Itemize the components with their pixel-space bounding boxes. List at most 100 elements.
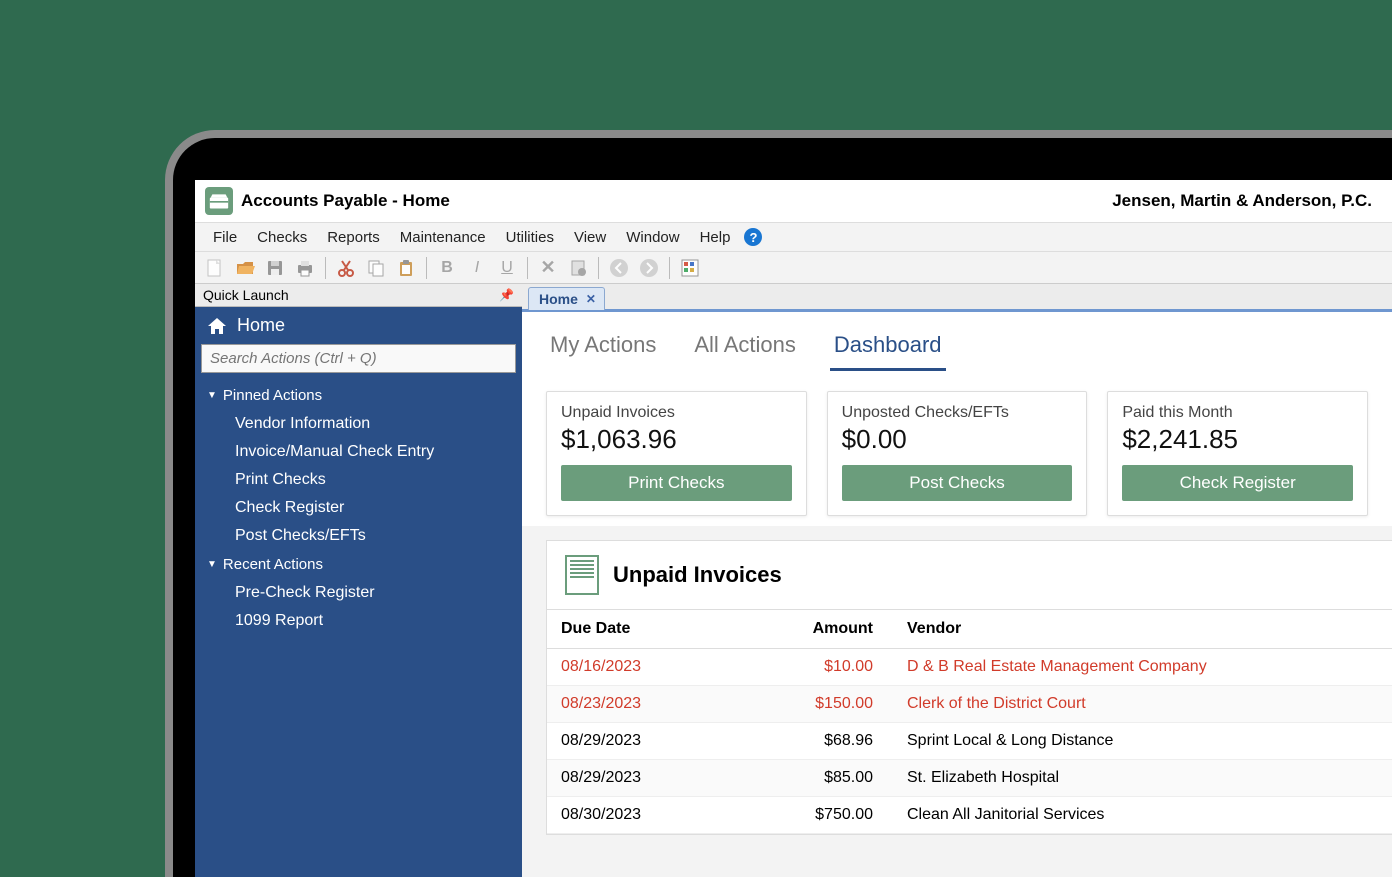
table-row[interactable]: 08/30/2023$750.00Clean All Janitorial Se… — [547, 797, 1392, 834]
table-row[interactable]: 08/29/2023$85.00St. Elizabeth Hospital — [547, 760, 1392, 797]
card-unpaid-invoices: Unpaid Invoices $1,063.96 Print Checks — [546, 391, 807, 516]
body: Quick Launch 📌 Home ▼ Pinned Actions — [195, 284, 1392, 877]
cell-due-date: 08/23/2023 — [547, 686, 747, 723]
bold-icon[interactable]: B — [435, 256, 459, 280]
print-icon[interactable] — [293, 256, 317, 280]
action-post-checks[interactable]: Post Checks/EFTs — [195, 522, 522, 550]
app-window: Accounts Payable - Home Jensen, Martin &… — [195, 180, 1392, 877]
action-pre-check-register[interactable]: Pre-Check Register — [195, 579, 522, 607]
help-icon[interactable]: ? — [744, 228, 762, 246]
home-label: Home — [237, 315, 285, 336]
cut-icon[interactable] — [334, 256, 358, 280]
tab-label: Home — [539, 291, 578, 307]
card-paid-this-month: Paid this Month $2,241.85 Check Register — [1107, 391, 1368, 516]
toolbar: B I U ✕ — [195, 252, 1392, 284]
table-row[interactable]: 08/23/2023$150.00Clerk of the District C… — [547, 686, 1392, 723]
card-value: $2,241.85 — [1122, 424, 1353, 455]
menu-maintenance[interactable]: Maintenance — [390, 226, 496, 249]
unpaid-invoices-section: Unpaid Invoices Due Date Amount Vendor 0… — [546, 540, 1392, 835]
card-value: $1,063.96 — [561, 424, 792, 455]
section-header: Unpaid Invoices — [547, 541, 1392, 609]
action-print-checks[interactable]: Print Checks — [195, 466, 522, 494]
main: Home ✕ My Actions All Actions Dashboard … — [522, 284, 1392, 877]
title-bar: Accounts Payable - Home Jensen, Martin &… — [195, 180, 1392, 222]
cell-vendor: St. Elizabeth Hospital — [887, 760, 1392, 797]
window-title: Accounts Payable - Home — [241, 191, 450, 211]
back-icon[interactable] — [607, 256, 631, 280]
company-name: Jensen, Martin & Anderson, P.C. — [1112, 191, 1382, 211]
subtab-dashboard[interactable]: Dashboard — [830, 326, 946, 371]
post-checks-button[interactable]: Post Checks — [842, 465, 1073, 501]
menu-checks[interactable]: Checks — [247, 226, 317, 249]
save-icon[interactable] — [263, 256, 287, 280]
separator — [669, 257, 670, 279]
col-due-date[interactable]: Due Date — [547, 610, 747, 649]
sidebar-home[interactable]: Home — [195, 307, 522, 344]
cell-due-date: 08/29/2023 — [547, 723, 747, 760]
cell-amount: $68.96 — [747, 723, 887, 760]
action-vendor-information[interactable]: Vendor Information — [195, 410, 522, 438]
card-label: Unposted Checks/EFTs — [842, 404, 1073, 422]
laptop-frame: Accounts Payable - Home Jensen, Martin &… — [165, 130, 1392, 877]
sidebar: Quick Launch 📌 Home ▼ Pinned Actions — [195, 284, 522, 877]
card-label: Unpaid Invoices — [561, 404, 792, 422]
menu-view[interactable]: View — [564, 226, 616, 249]
separator — [325, 257, 326, 279]
col-amount[interactable]: Amount — [747, 610, 887, 649]
options-icon[interactable] — [678, 256, 702, 280]
tab-home[interactable]: Home ✕ — [528, 287, 605, 310]
card-label: Paid this Month — [1122, 404, 1353, 422]
cell-amount: $10.00 — [747, 649, 887, 686]
dashboard-cards: Unpaid Invoices $1,063.96 Print Checks U… — [522, 371, 1392, 526]
menu-bar: File Checks Reports Maintenance Utilitie… — [195, 222, 1392, 252]
subtab-all-actions[interactable]: All Actions — [690, 326, 800, 371]
menu-utilities[interactable]: Utilities — [496, 226, 564, 249]
action-check-register[interactable]: Check Register — [195, 494, 522, 522]
document-tab-strip: Home ✕ — [522, 284, 1392, 312]
cell-amount: $150.00 — [747, 686, 887, 723]
open-icon[interactable] — [233, 256, 257, 280]
cell-amount: $750.00 — [747, 797, 887, 834]
forward-icon[interactable] — [637, 256, 661, 280]
cell-due-date: 08/29/2023 — [547, 760, 747, 797]
laptop-bezel: Accounts Payable - Home Jensen, Martin &… — [173, 138, 1392, 877]
invoice-table: Due Date Amount Vendor 08/16/2023$10.00D… — [547, 609, 1392, 834]
menu-help[interactable]: Help — [690, 226, 741, 249]
table-row[interactable]: 08/16/2023$10.00D & B Real Estate Manage… — [547, 649, 1392, 686]
app-icon — [205, 187, 233, 215]
cell-amount: $85.00 — [747, 760, 887, 797]
delete-icon[interactable]: ✕ — [536, 256, 560, 280]
print-checks-button[interactable]: Print Checks — [561, 465, 792, 501]
copy-icon[interactable] — [364, 256, 388, 280]
check-register-button[interactable]: Check Register — [1122, 465, 1353, 501]
action-1099-report[interactable]: 1099 Report — [195, 607, 522, 635]
menu-file[interactable]: File — [203, 226, 247, 249]
attach-icon[interactable] — [566, 256, 590, 280]
recent-actions-header[interactable]: ▼ Recent Actions — [195, 550, 522, 579]
separator — [598, 257, 599, 279]
cell-vendor: Clerk of the District Court — [887, 686, 1392, 723]
section-title: Unpaid Invoices — [613, 562, 782, 588]
paste-icon[interactable] — [394, 256, 418, 280]
underline-icon[interactable]: U — [495, 256, 519, 280]
card-value: $0.00 — [842, 424, 1073, 455]
cell-vendor: D & B Real Estate Management Company — [887, 649, 1392, 686]
menu-window[interactable]: Window — [616, 226, 689, 249]
pin-icon[interactable]: 📌 — [499, 288, 514, 302]
separator — [426, 257, 427, 279]
pinned-label: Pinned Actions — [223, 387, 322, 404]
search-input[interactable] — [201, 344, 516, 373]
table-row[interactable]: 08/29/2023$68.96Sprint Local & Long Dist… — [547, 723, 1392, 760]
subtab-my-actions[interactable]: My Actions — [546, 326, 660, 371]
quick-launch-header: Quick Launch 📌 — [195, 284, 522, 307]
close-icon[interactable]: ✕ — [586, 292, 596, 306]
italic-icon[interactable]: I — [465, 256, 489, 280]
new-icon[interactable] — [203, 256, 227, 280]
sidebar-content: Home ▼ Pinned Actions Vendor Information… — [195, 307, 522, 877]
action-invoice-entry[interactable]: Invoice/Manual Check Entry — [195, 438, 522, 466]
menu-reports[interactable]: Reports — [317, 226, 390, 249]
invoice-icon — [565, 555, 599, 595]
pinned-actions-header[interactable]: ▼ Pinned Actions — [195, 381, 522, 410]
cell-due-date: 08/16/2023 — [547, 649, 747, 686]
col-vendor[interactable]: Vendor — [887, 610, 1392, 649]
